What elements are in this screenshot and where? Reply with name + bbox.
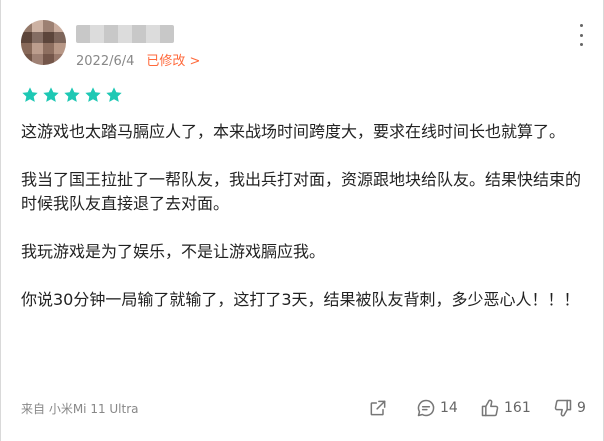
- avatar[interactable]: [21, 20, 66, 65]
- comment-count: 14: [440, 400, 458, 416]
- comment-icon: [417, 399, 435, 417]
- more-options-button[interactable]: [575, 24, 587, 46]
- review-card: 2022/6/4 已修改 > 这游戏也太踏马膈应人了，本来战场时间跨度大，要求在线…: [0, 0, 604, 441]
- review-paragraph: 我玩游戏是为了娱乐，不是让游戏膈应我。: [21, 242, 326, 261]
- like-count: 161: [504, 400, 531, 416]
- thumbs-down-icon: [554, 399, 572, 417]
- star-icon: [85, 87, 101, 102]
- review-body: 这游戏也太踏马膈应人了，本来战场时间跨度大，要求在线时间长也就算了。 我当了国王…: [21, 120, 591, 312]
- dislike-button[interactable]: 9: [553, 398, 586, 418]
- review-footer: 来自 小米Mi 11 Ultra 14 161 9: [21, 398, 591, 418]
- star-rating: [21, 86, 123, 104]
- review-meta: 2022/6/4 已修改 >: [76, 50, 200, 69]
- review-paragraph: 这游戏也太踏马膈应人了，本来战场时间跨度大，要求在线时间长也就算了。: [21, 122, 566, 141]
- review-paragraph: 我当了国王拉扯了一帮队友，我出兵打对面，资源跟地块给队友。结果快结束的时候我队友…: [21, 170, 582, 213]
- dislike-count: 9: [577, 400, 586, 416]
- star-icon: [43, 87, 59, 102]
- username-blurred[interactable]: [76, 25, 174, 43]
- review-date: 2022/6/4: [76, 54, 135, 69]
- share-icon: [370, 400, 386, 416]
- star-icon: [64, 87, 80, 102]
- share-button[interactable]: [368, 398, 388, 418]
- star-icon: [106, 87, 122, 102]
- edited-link[interactable]: 已修改 >: [146, 54, 200, 69]
- comment-button[interactable]: 14: [416, 398, 458, 418]
- like-button[interactable]: 161: [480, 398, 531, 418]
- device-info: 来自 小米Mi 11 Ultra: [21, 402, 139, 416]
- star-icon: [22, 87, 38, 102]
- review-paragraph: 你说30分钟一局输了就输了，这打了3天，结果被队友背刺，多少恶心人！！！: [21, 290, 580, 309]
- thumbs-up-icon: [481, 399, 499, 417]
- more-vertical-icon: [579, 24, 583, 27]
